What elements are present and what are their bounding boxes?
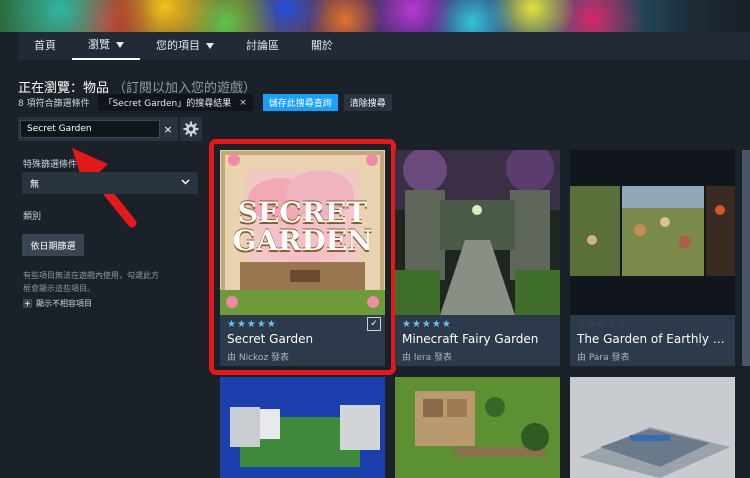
item-thumbnail[interactable]	[570, 150, 735, 315]
workshop-item-thumbnail[interactable]	[220, 377, 385, 478]
item-info: ☆☆☆☆☆ The Garden of Earthly Delights 由 P…	[570, 315, 735, 366]
annotation-highlight-box	[209, 139, 396, 375]
special-filter-select[interactable]: 無	[22, 172, 198, 194]
rating-stars: ☆☆☆☆☆	[577, 319, 627, 330]
workshop-item-card[interactable]: ☆☆☆☆☆ The Garden of Earthly Delights 由 P…	[570, 150, 735, 366]
workshop-item-thumbnail[interactable]	[570, 377, 735, 478]
plus-icon: +	[23, 299, 32, 308]
workshop-item-card[interactable]: ★★★★★ Minecraft Fairy Garden 由 lera 發表	[395, 150, 560, 366]
filter-by-date-button[interactable]: 依日期篩選	[22, 234, 84, 256]
item-title[interactable]: Minecraft Fairy Garden	[402, 332, 557, 346]
chevron-down-icon	[181, 178, 190, 188]
item-author[interactable]: 由 Para 發表	[577, 350, 629, 363]
item-author[interactable]: 由 lera 發表	[402, 350, 452, 363]
show-incompatible-label: 顯示不相容項目	[36, 299, 92, 308]
item-info: ★★★★★ Minecraft Fairy Garden 由 lera 發表	[395, 315, 560, 366]
workshop-item-thumbnail[interactable]	[395, 377, 560, 478]
workshop-item-card-partial[interactable]	[742, 150, 750, 366]
special-filter-label: 特殊篩選條件	[23, 160, 78, 170]
rating-stars: ★★★★★	[402, 319, 452, 330]
category-label: 類別	[23, 212, 42, 222]
item-thumbnail[interactable]	[395, 150, 560, 315]
item-title[interactable]: The Garden of Earthly Delights	[577, 332, 732, 346]
incompatible-note: 有些項目無法在遊戲內使用，勾選此方框會顯示這些項目。	[23, 271, 159, 293]
special-filter-value: 無	[30, 179, 40, 190]
show-incompatible-toggle[interactable]: + 顯示不相容項目	[23, 298, 92, 309]
